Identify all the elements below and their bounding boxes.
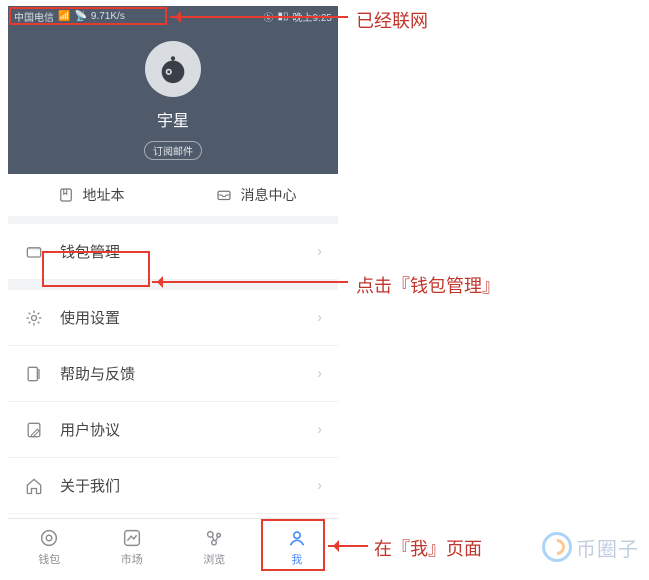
address-book-button[interactable]: 地址本 [8,185,173,205]
bookmark-icon [57,186,75,204]
tab-browse-label: 浏览 [203,551,225,567]
help-icon [24,364,44,384]
wallet-icon [24,242,44,262]
carrier-label: 中国电信 [14,9,54,24]
tab-me[interactable]: 我 [256,519,339,574]
chevron-right-icon: › [317,243,322,260]
tab-browse[interactable]: 浏览 [173,519,256,574]
wifi-icon: 📡 [74,11,86,22]
profile-header: 宇星 订阅邮件 [8,26,338,174]
phone-frame: 中国电信 📶 📡 9.71K/s ⓑ ▮▯ 晚上9:25 宇星 订阅邮件 地 [8,6,338,574]
chevron-right-icon: › [317,309,322,326]
watermark-logo-icon [542,532,572,562]
inbox-icon [215,186,233,204]
arrow-me [328,545,368,547]
agreement-label: 用户协议 [60,419,317,440]
tab-bar: 钱包 市场 浏览 我 [8,518,338,574]
anno-networked: 已经联网 [356,7,428,33]
tab-market-label: 市场 [121,551,143,567]
address-book-label: 地址本 [83,185,125,205]
tab-me-label: 我 [291,551,302,567]
tab-wallet[interactable]: 钱包 [8,519,91,574]
wallet-mgmt-label: 钱包管理 [60,241,317,262]
help-row[interactable]: 帮助与反馈 › [8,346,338,402]
arrow-wallet [152,281,348,283]
avatar[interactable] [145,41,201,97]
quick-row: 地址本 消息中心 [8,174,338,224]
home-icon [24,476,44,496]
arrow-network [170,16,348,18]
tab-market[interactable]: 市场 [91,519,174,574]
wallet-mgmt-row[interactable]: 钱包管理 › [8,224,338,280]
signal-icon: 📶 [58,11,70,22]
chevron-right-icon: › [317,421,322,438]
anno-click-wallet: 点击『钱包管理』 [356,272,500,298]
settings-label: 使用设置 [60,307,317,328]
person-tab-icon [286,527,308,549]
watermark-text: 币圈子 [576,533,639,562]
agreement-row[interactable]: 用户协议 › [8,402,338,458]
settings-row[interactable]: 使用设置 › [8,290,338,346]
net-speed: 9.71K/s [91,11,125,22]
about-row[interactable]: 关于我们 › [8,458,338,514]
document-edit-icon [24,420,44,440]
help-label: 帮助与反馈 [60,363,317,384]
gear-icon [24,308,44,328]
anno-me-page: 在『我』页面 [374,535,482,561]
username: 宇星 [157,107,189,131]
subscribe-pill[interactable]: 订阅邮件 [144,141,202,160]
settings-list: 钱包管理 › 使用设置 › 帮助与反馈 › 用户协议 › [8,224,338,514]
wallet-tab-icon [38,527,60,549]
tab-wallet-label: 钱包 [38,551,60,567]
message-center-button[interactable]: 消息中心 [173,185,338,205]
chevron-right-icon: › [317,365,322,382]
message-center-label: 消息中心 [241,185,297,205]
avatar-robot-icon [156,52,190,86]
chevron-right-icon: › [317,477,322,494]
market-tab-icon [121,527,143,549]
watermark: 币圈子 [542,532,639,562]
browse-tab-icon [203,527,225,549]
about-label: 关于我们 [60,475,317,496]
